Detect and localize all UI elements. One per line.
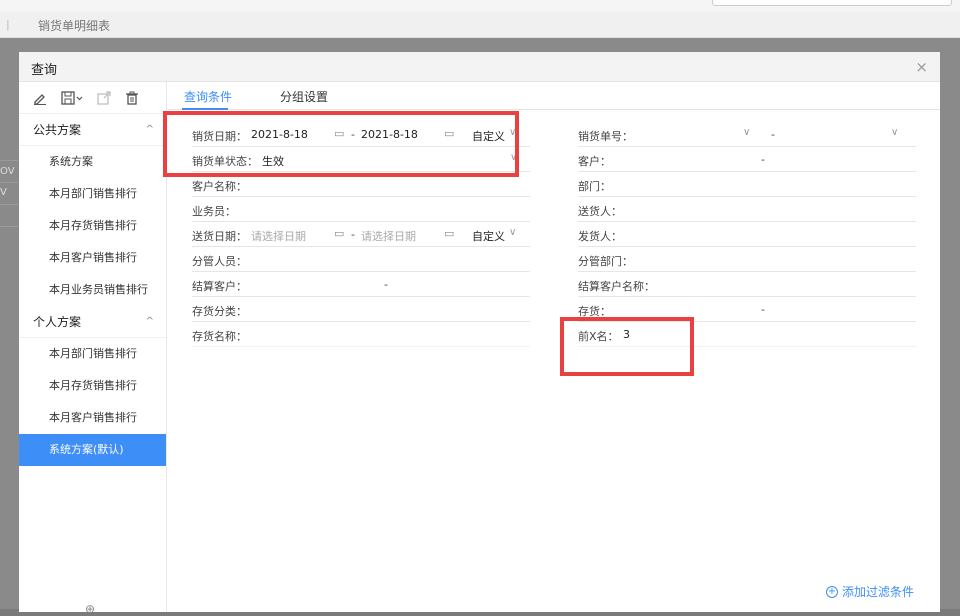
chevron-down-icon: ∨	[509, 227, 517, 238]
tab-query-conditions[interactable]: 查询条件	[184, 88, 232, 105]
manage-dept-field[interactable]: 分管部门：	[578, 247, 916, 272]
range-dash: -	[761, 153, 765, 166]
background-row-divider	[0, 204, 18, 205]
customer-field[interactable]: 客户： -	[578, 147, 916, 172]
background-tab-bar: | 销货单明细表	[0, 12, 960, 38]
range-dash: -	[761, 303, 765, 316]
background-row-divider	[0, 160, 18, 161]
scheme-item[interactable]: 本月客户销售排行	[19, 242, 166, 274]
field-label: 分管人员：	[192, 255, 247, 268]
highlight-box	[163, 111, 519, 177]
settle-customer-field[interactable]: 结算客户： -	[192, 272, 530, 297]
dialog-header: 查询 ×	[19, 52, 940, 82]
background-row-divider	[0, 182, 18, 183]
field-label: 部门：	[578, 180, 611, 193]
field-label: 存货名称：	[192, 330, 247, 343]
plus-circle-icon: +	[825, 585, 838, 598]
order-no-field: 销货单号： ∨ - ∨	[578, 122, 916, 147]
active-tab-indicator	[182, 108, 228, 110]
scheme-item[interactable]: 本月客户销售排行	[19, 402, 166, 434]
save-icon[interactable]	[61, 90, 83, 105]
range-dash: -	[384, 278, 388, 291]
deliverer-field[interactable]: 送货人：	[578, 197, 916, 222]
shipper-field[interactable]: 发货人：	[578, 222, 916, 247]
personal-scheme-group[interactable]: 个人方案 ^	[19, 306, 166, 338]
scheme-item[interactable]: 本月存货销售排行	[19, 370, 166, 402]
chevron-down-icon[interactable]: ∨	[743, 127, 750, 138]
field-label: 送货人：	[578, 205, 622, 218]
manager-field[interactable]: 分管人员：	[192, 247, 530, 272]
close-icon[interactable]: ×	[915, 58, 928, 76]
inventory-name-field[interactable]: 存货名称：	[192, 322, 530, 347]
dialog-title: 查询	[31, 63, 58, 78]
field-label: 存货分类：	[192, 305, 247, 318]
public-scheme-group[interactable]: 公共方案 ^	[19, 114, 166, 146]
range-dash: -	[771, 128, 775, 141]
background-search-box	[712, 0, 952, 6]
field-label: 结算客户：	[192, 280, 247, 293]
date-range-select[interactable]: 自定义	[472, 228, 505, 244]
tab-group-settings[interactable]: 分组设置	[280, 88, 328, 105]
field-label: 发货人：	[578, 230, 622, 243]
field-label: 客户名称：	[192, 180, 247, 193]
chevron-up-icon: ^	[145, 124, 154, 135]
sidebar-toolbar	[19, 82, 166, 114]
scheme-item[interactable]: 系统方案	[19, 146, 166, 178]
add-filter-button[interactable]: + 添加过滤条件	[825, 583, 914, 600]
delete-icon[interactable]	[125, 91, 139, 105]
delivery-date-from-input[interactable]: 请选择日期	[251, 228, 306, 244]
calendar-icon[interactable]: ▭	[334, 227, 344, 240]
add-scheme-icon[interactable]: ⊕	[85, 602, 95, 616]
field-label: 分管部门：	[578, 255, 633, 268]
background-row-divider	[0, 226, 18, 227]
group-label: 公共方案	[33, 123, 82, 137]
scheme-item[interactable]: 本月部门销售排行	[19, 178, 166, 210]
scheme-item[interactable]: 本月部门销售排行	[19, 338, 166, 370]
inventory-class-field[interactable]: 存货分类：	[192, 297, 530, 322]
background-tab: 销货单明细表	[38, 19, 111, 33]
edit-icon[interactable]	[33, 91, 47, 105]
field-label: 送货日期：	[192, 230, 247, 243]
settle-customer-name-field[interactable]: 结算客户名称：	[578, 272, 916, 297]
tab-bar: 查询条件 分组设置	[168, 82, 940, 110]
tab-separator: |	[6, 18, 10, 31]
scheme-item[interactable]: 本月存货销售排行	[19, 210, 166, 242]
chevron-down-icon[interactable]: ∨	[891, 127, 898, 138]
chevron-up-icon: ^	[145, 316, 154, 327]
export-icon[interactable]	[97, 90, 111, 105]
scheme-item[interactable]: 本月业务员销售排行	[19, 274, 166, 306]
salesman-field[interactable]: 业务员：	[192, 197, 530, 222]
scheme-sidebar: 公共方案 ^ 系统方案 本月部门销售排行 本月存货销售排行 本月客户销售排行 本…	[19, 82, 167, 616]
group-label: 个人方案	[33, 315, 82, 329]
background-row-label: OV	[0, 166, 15, 177]
field-label: 业务员：	[192, 205, 236, 218]
field-label: 销货单号：	[578, 130, 633, 143]
delivery-date-field: 送货日期： 请选择日期 ▭ - 请选择日期 ▭ 自定义 ∨	[192, 222, 530, 247]
range-dash: -	[351, 228, 355, 241]
highlight-box	[560, 317, 694, 376]
scheme-item-active[interactable]: 系统方案(默认)	[19, 434, 166, 466]
field-label: 客户：	[578, 155, 611, 168]
delivery-date-to-input[interactable]: 请选择日期	[361, 228, 416, 244]
background-row-label: V	[0, 187, 7, 198]
add-filter-label: 添加过滤条件	[841, 585, 914, 599]
calendar-icon[interactable]: ▭	[444, 227, 454, 240]
dept-field[interactable]: 部门：	[578, 172, 916, 197]
field-label: 结算客户名称：	[578, 280, 655, 293]
